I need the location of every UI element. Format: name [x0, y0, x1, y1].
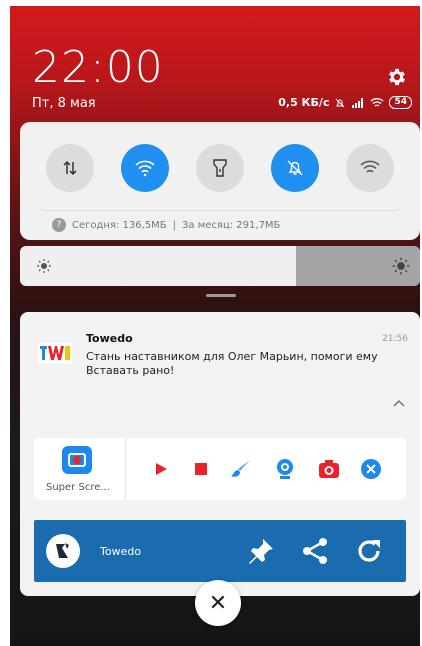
- towedo-logo-icon: [38, 343, 72, 363]
- notification-card[interactable]: Towedo 21:56 Стань наставником для Олег …: [20, 312, 420, 596]
- towedo-bar-title: Towedo: [100, 545, 142, 558]
- clock: 22:00: [32, 42, 164, 93]
- notification-app-name: Towedo: [86, 332, 133, 345]
- gear-icon[interactable]: [386, 66, 408, 88]
- divider: [125, 438, 126, 500]
- pin-icon[interactable]: [246, 536, 276, 566]
- refresh-icon[interactable]: [354, 536, 384, 566]
- sun-icon: [392, 257, 410, 275]
- usage-month: За месяц: 291,7МБ: [182, 219, 281, 231]
- close-icon[interactable]: [360, 458, 382, 480]
- usage-today: Сегодня: 136,5МБ: [72, 219, 167, 231]
- flashlight-icon: [213, 159, 227, 177]
- quick-settings-panel: ? Сегодня: 136,5МБ | За месяц: 291,7МБ: [20, 122, 420, 240]
- close-icon: ✕: [208, 590, 228, 616]
- wifi-icon: [135, 160, 155, 177]
- date[interactable]: Пт, 8 мая: [32, 96, 96, 111]
- chevron-up-icon[interactable]: [392, 396, 406, 410]
- towedo-widget-bar[interactable]: Towedo: [34, 520, 406, 582]
- brightness-slider[interactable]: [20, 246, 420, 286]
- signal-icon: [352, 97, 364, 108]
- sun-icon: [37, 259, 51, 273]
- bell-off-icon: [287, 160, 303, 176]
- share-icon[interactable]: [300, 536, 330, 566]
- notification-message: Стань наставником для Олег Марьин, помог…: [86, 350, 378, 377]
- super-screen-app-icon[interactable]: [62, 446, 92, 474]
- arrows-updown-icon: [63, 160, 77, 176]
- data-usage-icon: ?: [52, 218, 66, 232]
- webcam-icon[interactable]: [274, 458, 296, 480]
- towedo-app-icon: [56, 543, 69, 558]
- notification-time: 21:56: [382, 334, 408, 344]
- brush-icon[interactable]: [230, 458, 252, 480]
- toggle-silent[interactable]: [271, 144, 319, 192]
- wifi-icon: [371, 97, 384, 107]
- usage-separator: |: [172, 219, 177, 231]
- divider: [42, 210, 398, 211]
- avatar[interactable]: [46, 534, 80, 568]
- toggle-flashlight[interactable]: [196, 144, 244, 192]
- net-speed: 0,5 КБ/с: [278, 96, 330, 109]
- stop-icon[interactable]: [190, 458, 212, 480]
- super-screen-toolbar: Super Scre...: [34, 438, 406, 500]
- status-icons: 0,5 КБ/с 54: [278, 96, 412, 109]
- notification-shade: 22:00 Пт, 8 мая 0,5 КБ/с 54 ? Сегодня: 1…: [10, 6, 420, 646]
- battery-indicator: 54: [389, 96, 412, 109]
- super-screen-label: Super Scre...: [46, 482, 110, 493]
- toggle-mobile-data[interactable]: [46, 144, 94, 192]
- data-usage[interactable]: ? Сегодня: 136,5МБ | За месяц: 291,7МБ: [52, 218, 280, 232]
- bell-off-icon: [336, 98, 345, 107]
- record-icon[interactable]: [150, 458, 172, 480]
- toggle-wifi[interactable]: [121, 144, 169, 192]
- camera-icon[interactable]: [318, 458, 340, 480]
- wifi-icon: [360, 160, 380, 173]
- toggle-wifi-hotspot[interactable]: [346, 144, 394, 192]
- close-button[interactable]: ✕: [195, 580, 241, 626]
- drag-handle[interactable]: [206, 294, 236, 297]
